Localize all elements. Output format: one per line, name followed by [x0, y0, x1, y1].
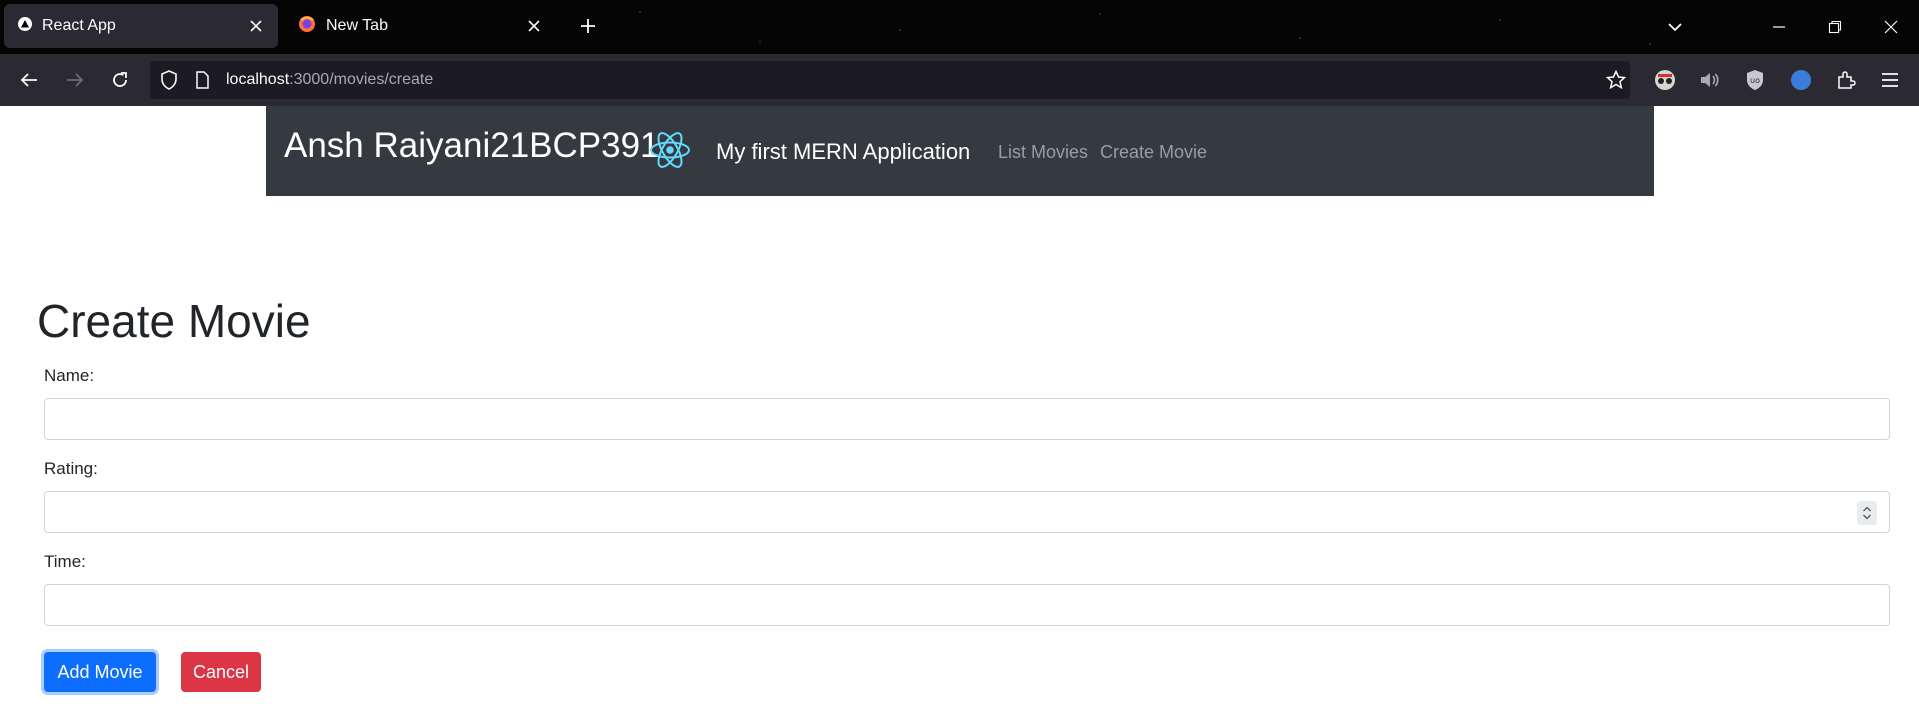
ublock-shield-icon[interactable]: uo — [1742, 67, 1768, 93]
firefox-favicon-icon — [298, 15, 316, 38]
back-arrow-icon[interactable] — [16, 67, 42, 93]
address-bar[interactable]: localhost:3000/movies/create — [150, 61, 1630, 99]
close-window-icon[interactable] — [1878, 14, 1904, 40]
browser-toolbar: localhost:3000/movies/create uo — [0, 54, 1919, 106]
cancel-button[interactable]: Cancel — [181, 652, 261, 692]
time-label: Time: — [44, 552, 86, 571]
brand-name[interactable]: Ansh Raiyani21BCP391 — [284, 126, 660, 166]
bookmark-star-icon[interactable] — [1605, 69, 1627, 95]
hamburger-menu-icon[interactable] — [1877, 67, 1903, 93]
profile-circle-icon[interactable] — [1788, 67, 1814, 93]
tab-title: React App — [42, 17, 116, 34]
reload-icon[interactable] — [107, 67, 133, 93]
tab-new-tab[interactable]: New Tab — [284, 4, 556, 48]
tab-react-app[interactable]: React App — [4, 4, 278, 48]
restore-window-icon[interactable] — [1822, 14, 1848, 40]
react-logo-icon — [648, 128, 692, 172]
page-title: Create Movie — [37, 295, 311, 347]
number-spinner-icon[interactable] — [1857, 501, 1877, 525]
url-host: localhost — [226, 71, 290, 88]
name-label: Name: — [44, 366, 95, 385]
react-app-favicon-icon — [18, 16, 32, 36]
minimize-window-icon[interactable] — [1766, 14, 1792, 40]
url-path: :3000/movies/create — [289, 71, 434, 88]
rating-input[interactable] — [44, 491, 1890, 533]
time-input[interactable] — [44, 584, 1890, 626]
new-tab-plus-icon[interactable] — [576, 14, 600, 38]
app-title[interactable]: My first MERN Application — [716, 139, 970, 165]
rating-label: Rating: — [44, 459, 98, 478]
close-tab-icon[interactable] — [524, 16, 544, 36]
svg-text:uo: uo — [1750, 76, 1760, 85]
browser-tab-bar: React App New Tab — [0, 0, 1919, 54]
speaker-volume-icon[interactable] — [1697, 67, 1723, 93]
nav-link-list-movies[interactable]: List Movies — [998, 142, 1088, 163]
add-movie-button[interactable]: Add Movie — [44, 652, 156, 692]
extensions-puzzle-icon[interactable] — [1833, 67, 1859, 93]
page-info-icon[interactable] — [194, 71, 210, 94]
name-input[interactable] — [44, 398, 1890, 440]
close-tab-icon[interactable] — [246, 16, 266, 36]
app-navbar: Ansh Raiyani21BCP391 My first MERN Appli… — [266, 106, 1654, 196]
tracking-protection-shield-icon[interactable] — [160, 70, 178, 95]
list-all-tabs-chevron-icon[interactable] — [1662, 14, 1688, 40]
forward-arrow-icon[interactable] — [62, 67, 88, 93]
incognito-glasses-extension-icon[interactable] — [1652, 67, 1678, 93]
tab-title: New Tab — [326, 17, 388, 34]
url-text[interactable]: localhost:3000/movies/create — [226, 71, 433, 89]
nav-link-create-movie[interactable]: Create Movie — [1100, 142, 1207, 163]
